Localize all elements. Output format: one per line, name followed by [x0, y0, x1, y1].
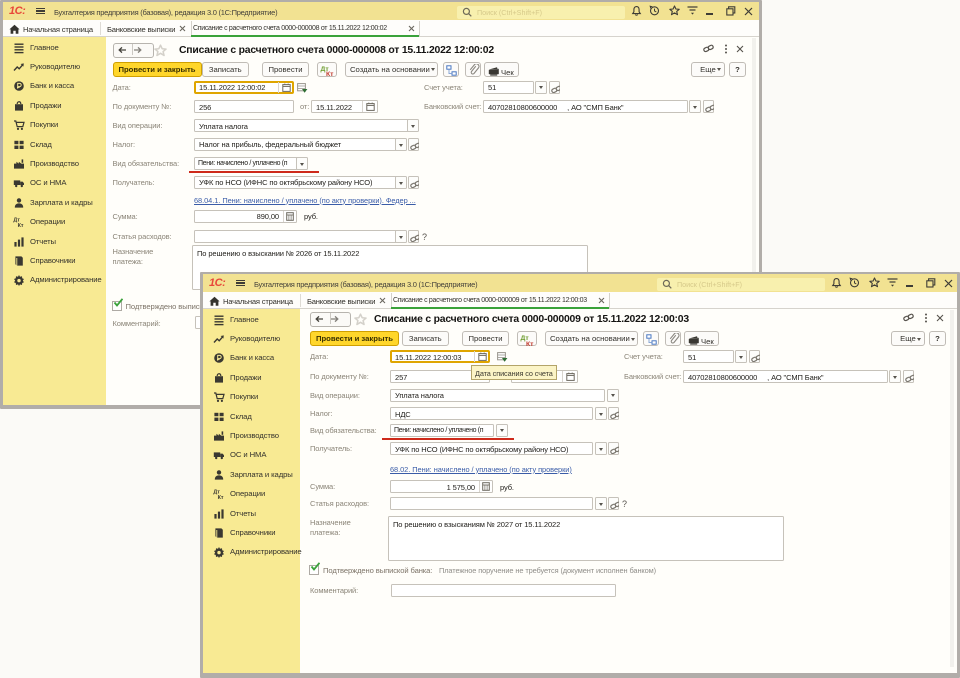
svg-text:Кт: Кт [218, 495, 224, 500]
svg-text:Кт: Кт [18, 223, 24, 228]
